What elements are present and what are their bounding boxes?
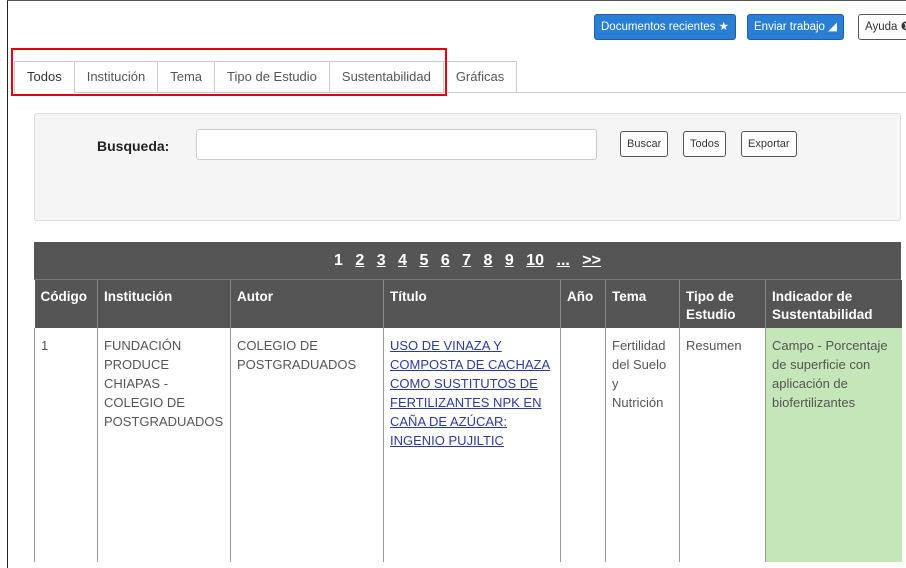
column-header-codigo[interactable]: Código bbox=[34, 280, 98, 328]
show-all-button[interactable]: Todos bbox=[683, 131, 727, 157]
results-table: 1 2 3 4 5 6 7 8 9 10 ... >> Código Insti… bbox=[34, 242, 902, 562]
column-header-tipo-de-estudio[interactable]: Tipo de Estudio bbox=[679, 280, 766, 328]
page-link-6[interactable]: 6 bbox=[441, 252, 450, 269]
page-link-5[interactable]: 5 bbox=[419, 252, 428, 269]
data-table: Código Institución Autor Título Año Tema… bbox=[34, 280, 902, 562]
page-link-2[interactable]: 2 bbox=[355, 252, 364, 269]
cell-autor: COLEGIO DE POSTGRADUADOS bbox=[230, 328, 384, 562]
column-header-titulo[interactable]: Título bbox=[383, 280, 561, 328]
column-header-tema[interactable]: Tema bbox=[605, 280, 680, 328]
page-link-next[interactable]: >> bbox=[582, 252, 601, 269]
cell-tipo: Resumen bbox=[679, 328, 766, 562]
frame-border-top bbox=[7, 0, 906, 1]
tab-bar: Todos Institución Tema Tipo de Estudio S… bbox=[14, 61, 518, 92]
page-link-9[interactable]: 9 bbox=[505, 252, 514, 269]
page-link-1[interactable]: 1 bbox=[334, 252, 343, 269]
page-link-more[interactable]: ... bbox=[557, 252, 570, 269]
tab-tema[interactable]: Tema bbox=[157, 61, 216, 92]
column-header-indicador[interactable]: Indicador de Sustentabilidad bbox=[765, 280, 902, 328]
search-input[interactable] bbox=[196, 129, 597, 160]
frame-border-left bbox=[7, 0, 8, 568]
page-link-3[interactable]: 3 bbox=[377, 252, 386, 269]
tab-graficas[interactable]: Gráficas bbox=[442, 61, 518, 92]
cell-titulo: USO DE VINAZA Y COMPOSTA DE CACHAZA COMO… bbox=[383, 328, 561, 562]
page-link-8[interactable]: 8 bbox=[484, 252, 493, 269]
search-label: Busqueda: bbox=[97, 138, 170, 154]
tab-institucion[interactable]: Institución bbox=[73, 61, 159, 92]
recent-documents-button[interactable]: Documentos recientes ★ bbox=[594, 14, 736, 40]
cell-tema: Fertilidad del Suelo y Nutrición bbox=[605, 328, 680, 562]
tabs-divider bbox=[74, 92, 906, 93]
column-header-autor[interactable]: Autor bbox=[230, 280, 384, 328]
page-link-10[interactable]: 10 bbox=[526, 252, 544, 269]
column-header-anio[interactable]: Año bbox=[560, 280, 606, 328]
cell-institucion: FUNDACIÓN PRODUCE CHIAPAS - COLEGIO DE P… bbox=[97, 328, 231, 562]
cell-codigo: 1 bbox=[34, 328, 98, 562]
tab-sustentabilidad[interactable]: Sustentabilidad bbox=[328, 61, 444, 92]
export-button[interactable]: Exportar bbox=[741, 131, 797, 157]
table-header-row: Código Institución Autor Título Año Tema… bbox=[34, 280, 902, 328]
tab-todos[interactable]: Todos bbox=[14, 61, 75, 92]
table-row: 1 FUNDACIÓN PRODUCE CHIAPAS - COLEGIO DE… bbox=[34, 328, 902, 562]
title-link[interactable]: USO DE VINAZA Y COMPOSTA DE CACHAZA COMO… bbox=[390, 338, 550, 448]
page-link-7[interactable]: 7 bbox=[462, 252, 471, 269]
page-link-4[interactable]: 4 bbox=[398, 252, 407, 269]
pagination: 1 2 3 4 5 6 7 8 9 10 ... >> bbox=[34, 242, 901, 280]
help-button[interactable]: Ayuda ❶ bbox=[858, 14, 906, 40]
column-header-institucion[interactable]: Institución bbox=[97, 280, 231, 328]
send-work-button[interactable]: Enviar trabajo ◢ bbox=[747, 14, 844, 40]
cell-anio bbox=[560, 328, 606, 562]
tab-tipo-de-estudio[interactable]: Tipo de Estudio bbox=[214, 61, 330, 92]
cell-indicador: Campo - Porcentaje de superficie con apl… bbox=[765, 328, 902, 562]
search-button[interactable]: Buscar bbox=[620, 131, 669, 157]
